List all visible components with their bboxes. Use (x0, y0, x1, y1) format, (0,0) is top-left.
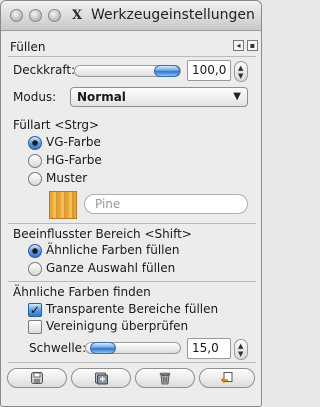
pattern-name: Pine (95, 197, 121, 211)
pattern-name-field[interactable]: Pine (84, 194, 248, 214)
threshold-stepper[interactable]: ▲ ▼ (234, 339, 248, 360)
window-title: Werkzeugeinstellungen (91, 7, 255, 23)
mode-label: Modus: (13, 90, 57, 104)
restore-icon (95, 372, 108, 385)
radio-pattern[interactable] (28, 172, 42, 186)
stepper-down-icon[interactable]: ▼ (238, 351, 243, 358)
stepper-up-icon[interactable]: ▲ (238, 65, 243, 72)
stepper-down-icon[interactable]: ▼ (238, 73, 243, 80)
delete-icon (159, 372, 171, 385)
title-bar: X Werkzeugeinstellungen (1, 1, 261, 31)
threshold-slider[interactable] (85, 342, 181, 354)
divider (8, 223, 256, 224)
affected-area-heading: Beeinflusster Bereich <Shift> (13, 227, 192, 241)
opacity-value: 100,0 (192, 63, 227, 77)
fill-type-option[interactable]: Muster (46, 171, 87, 185)
checkbox-fill-transparent[interactable]: ✓ (28, 303, 42, 317)
x11-icon: X (71, 8, 83, 23)
save-icon (31, 372, 43, 384)
opacity-spinbox[interactable]: 100,0 ▲ ▼ (187, 60, 248, 82)
opacity-slider-knob[interactable] (154, 65, 180, 77)
threshold-label: Schwelle: (29, 341, 87, 355)
threshold-slider-knob[interactable] (90, 342, 116, 354)
fill-type-option[interactable]: HG-Farbe (46, 153, 102, 167)
checkbox-label[interactable]: Vereinigung überprüfen (46, 319, 188, 333)
reset-icon (220, 372, 233, 384)
zoom-window-button[interactable] (48, 9, 61, 22)
fill-type-option[interactable]: VG-Farbe (46, 135, 101, 149)
threshold-spinbox[interactable]: 15,0 ▲ ▼ (187, 338, 248, 360)
close-window-button[interactable] (10, 9, 23, 22)
threshold-value: 15,0 (192, 341, 219, 355)
restore-options-button[interactable] (71, 368, 131, 388)
find-similar-heading: Ähnliche Farben finden (13, 285, 151, 299)
divider (8, 362, 256, 363)
save-options-button[interactable] (7, 368, 67, 388)
dropdown-arrow-icon: ▼ (233, 91, 241, 102)
reset-options-button[interactable] (199, 368, 255, 388)
pattern-preview[interactable] (49, 191, 77, 219)
tab-menu-icon[interactable]: ◂ (233, 40, 244, 51)
affected-area-option[interactable]: Ganze Auswahl füllen (46, 261, 175, 275)
panel-title: Füllen (10, 40, 46, 54)
checkbox-sample-merged[interactable] (28, 320, 42, 334)
opacity-label: Deckkraft: (13, 63, 76, 77)
radio-fg-color[interactable] (28, 136, 42, 150)
mode-value: Normal (77, 90, 126, 104)
divider (8, 56, 256, 57)
radio-bg-color[interactable] (28, 154, 42, 168)
minimize-window-button[interactable] (29, 9, 42, 22)
opacity-stepper[interactable]: ▲ ▼ (234, 61, 248, 82)
close-tab-icon[interactable]: ▪ (247, 40, 258, 51)
checkbox-label[interactable]: Transparente Bereiche füllen (46, 302, 218, 316)
delete-options-button[interactable] (135, 368, 195, 388)
affected-area-option[interactable]: Ähnliche Farben füllen (46, 243, 179, 257)
opacity-slider[interactable] (74, 65, 181, 77)
radio-fill-similar[interactable] (28, 244, 42, 258)
tool-options-window: X Werkzeugeinstellungen Füllen ◂ ▪ Deckk… (0, 0, 262, 407)
divider (8, 281, 256, 282)
radio-fill-selection[interactable] (28, 262, 42, 276)
fill-type-heading: Füllart <Strg> (13, 118, 100, 132)
stepper-up-icon[interactable]: ▲ (238, 343, 243, 350)
mode-dropdown[interactable]: Normal ▼ (70, 87, 248, 107)
